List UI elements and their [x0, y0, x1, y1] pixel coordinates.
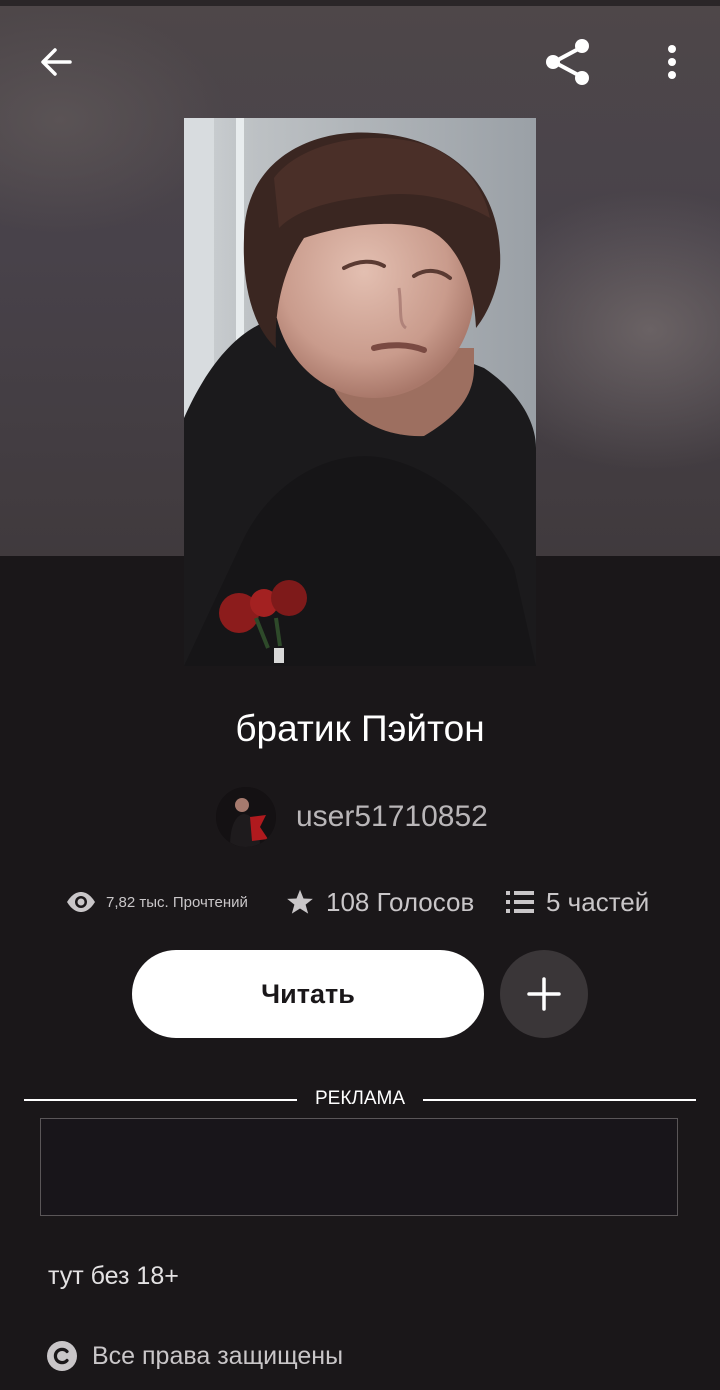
status-bar-strip [0, 0, 720, 6]
ad-divider-left [24, 1099, 297, 1101]
copyright-text: Все права защищены [92, 1341, 344, 1370]
ad-divider-right [423, 1099, 696, 1101]
author-avatar [216, 787, 276, 847]
reads-stat: 7,82 тыс. Прочтений [66, 878, 248, 926]
add-to-library-button[interactable] [500, 950, 588, 1038]
list-icon [506, 891, 534, 913]
arrow-left-icon [41, 48, 72, 76]
votes-stat: 108 Голосов [286, 878, 474, 926]
star-icon [287, 889, 313, 914]
read-button[interactable]: Читать [132, 950, 484, 1038]
back-button[interactable] [30, 38, 82, 86]
story-title: братик Пэйтон [235, 708, 485, 749]
ad-banner[interactable] [40, 1118, 678, 1216]
parts-count: 5 частей [546, 886, 650, 917]
votes-count: 108 Голосов [326, 886, 475, 917]
story-description: тут без 18+ [48, 1262, 179, 1290]
reads-count: 7,82 тыс. Прочтений [106, 893, 248, 911]
copyright-notice: Все права защищены [46, 1336, 343, 1376]
author-name: user51710852 [296, 800, 488, 833]
ad-label: РЕКЛАМА [314, 1088, 406, 1109]
plus-icon [527, 977, 561, 1011]
more-vertical-icon [668, 45, 676, 79]
share-button[interactable] [540, 34, 596, 90]
story-cover-image[interactable] [184, 118, 536, 666]
cover-photo [184, 118, 536, 666]
share-icon [546, 39, 589, 85]
story-stats: 7,82 тыс. Прочтений 108 Голосов 5 частей [0, 878, 720, 926]
more-options-button[interactable] [652, 36, 692, 88]
author-link[interactable]: user51710852 [216, 786, 488, 848]
copyright-icon [47, 1341, 77, 1371]
parts-stat: 5 частей [506, 878, 649, 926]
eye-icon [67, 892, 95, 912]
